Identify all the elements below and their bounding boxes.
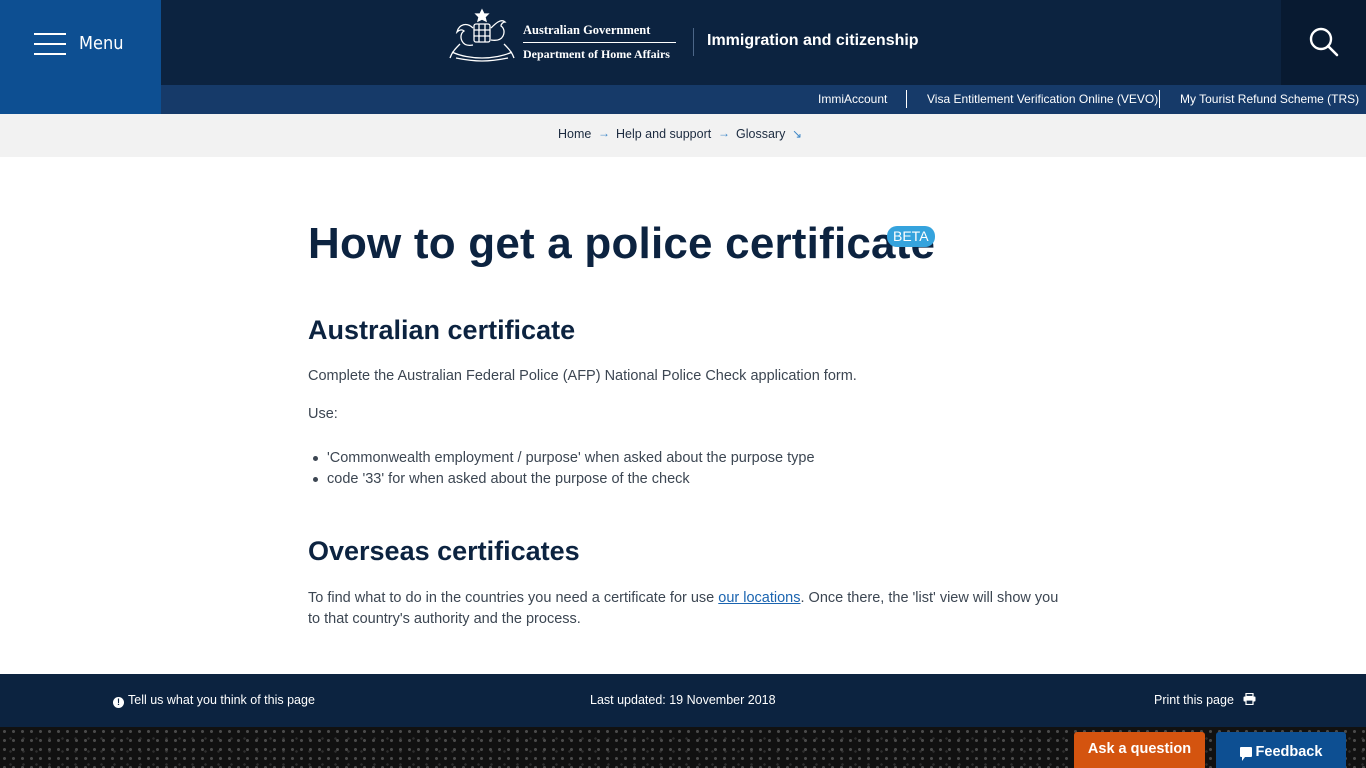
overseas-certificates-heading: Overseas certificates — [308, 536, 580, 566]
page-feedback-link[interactable]: ! Tell us what you think of this page — [113, 693, 315, 708]
hamburger-icon — [34, 33, 66, 55]
feedback-button[interactable]: Feedback — [1216, 732, 1346, 768]
beta-badge: BETA — [887, 226, 935, 247]
trs-link[interactable]: My Tourist Refund Scheme (TRS) — [1180, 92, 1359, 106]
government-logo[interactable]: Australian Government Department of Home… — [446, 8, 678, 64]
coat-of-arms-icon — [449, 8, 515, 62]
search-icon — [1309, 27, 1339, 57]
purpose-list: 'Commonwealth employment / purpose' when… — [308, 448, 815, 490]
department-name: Department of Home Affairs — [523, 47, 670, 61]
overseas-instruction-text: To find what to do in the countries you … — [308, 590, 1059, 627]
page-footer-bar: ! Tell us what you think of this page Las… — [0, 674, 1366, 727]
australian-certificate-heading: Australian certificate — [308, 315, 576, 345]
our-locations-link[interactable]: our locations — [718, 590, 800, 606]
immiaccount-link[interactable]: ImmiAccount — [818, 92, 887, 106]
comment-icon — [1239, 747, 1252, 761]
site-header: Menu Australian Government Department of… — [0, 0, 1366, 114]
government-name: Australian Government — [523, 23, 676, 43]
utility-divider — [906, 90, 907, 108]
vevo-link[interactable]: Visa Entitlement Verification Online (VE… — [927, 92, 1158, 106]
logo-divider — [693, 28, 694, 56]
info-icon: ! — [113, 697, 124, 708]
breadcrumb: Home → Help and support → Glossary ↘ — [0, 114, 1366, 157]
site-title[interactable]: Immigration and citizenship — [707, 32, 919, 50]
afp-instruction-text: Complete the Australian Federal Police (… — [308, 368, 857, 384]
breadcrumb-home[interactable]: Home — [558, 127, 591, 141]
menu-label: Menu — [79, 33, 124, 54]
breadcrumb-help-and-support[interactable]: Help and support — [616, 127, 711, 141]
menu-button[interactable]: Menu — [0, 0, 161, 114]
list-item: code '33' for when asked about the purpo… — [308, 469, 815, 490]
arrow-right-icon: → — [718, 126, 730, 140]
breadcrumb-glossary[interactable]: Glossary — [736, 127, 785, 141]
use-label: Use: — [308, 406, 338, 422]
arrow-down-right-icon[interactable]: ↘ — [792, 127, 802, 141]
printer-icon — [1243, 692, 1256, 706]
last-updated-text: Last updated: 19 November 2018 — [590, 693, 776, 707]
ask-a-question-button[interactable]: Ask a question — [1074, 732, 1205, 768]
utility-divider — [1159, 90, 1160, 108]
list-item: 'Commonwealth employment / purpose' when… — [308, 448, 815, 469]
arrow-right-icon: → — [598, 126, 610, 140]
utility-nav: ImmiAccount Visa Entitlement Verificatio… — [161, 85, 1366, 114]
print-page-button[interactable]: Print this page — [1154, 692, 1256, 707]
search-button[interactable] — [1281, 0, 1366, 85]
page-title: How to get a police certificate — [308, 219, 936, 268]
